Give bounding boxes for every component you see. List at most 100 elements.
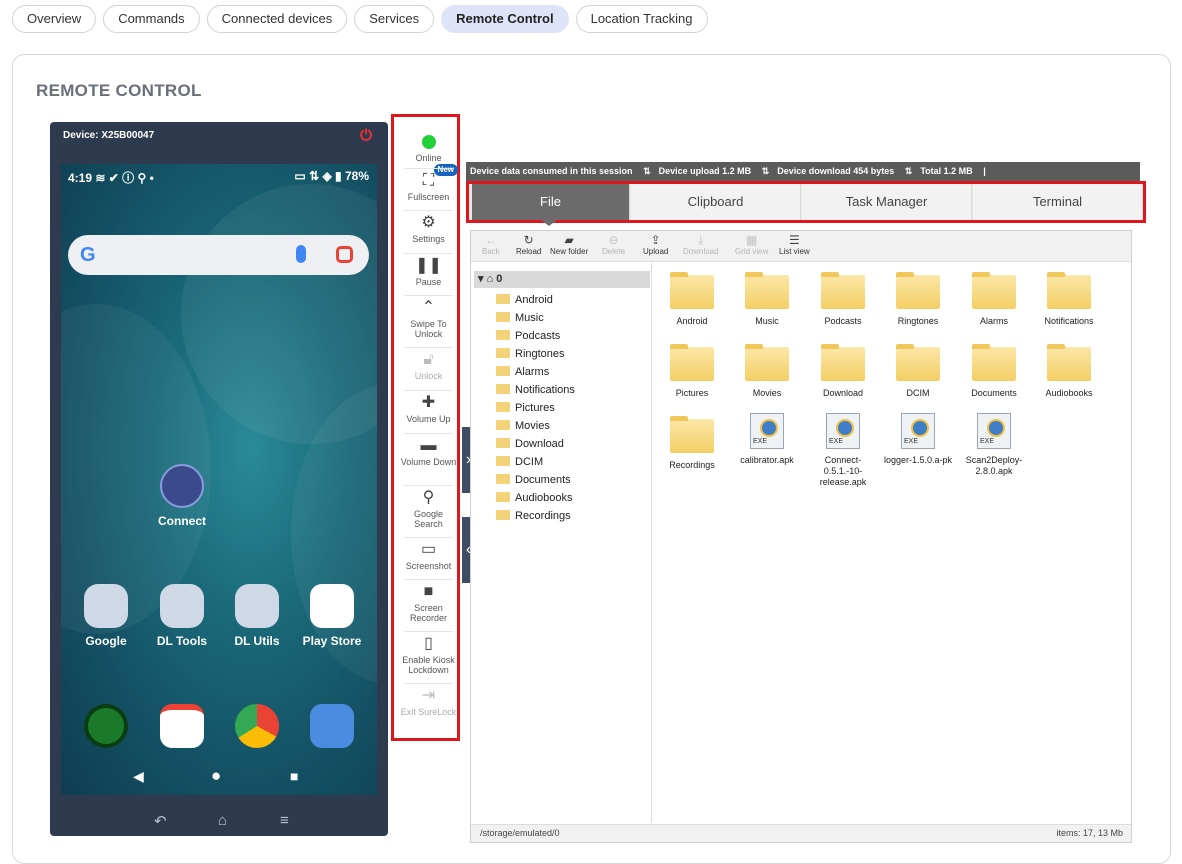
unlock-button[interactable]: 🔓︎ Unlock (399, 351, 458, 381)
settings-button[interactable]: ⚙ Settings (399, 214, 458, 244)
grid-folder[interactable]: Android (656, 272, 728, 327)
pause-button[interactable]: ❚❚ Pause (399, 257, 458, 287)
tree-item[interactable]: Pictures (496, 401, 555, 415)
online-dot-icon (421, 135, 436, 149)
download-button[interactable]: ⤓ Download (683, 234, 719, 257)
grid-folder[interactable]: Music (731, 272, 803, 327)
app-play-store[interactable]: Play Store (287, 584, 377, 648)
folder-icon (496, 348, 510, 358)
tree-item[interactable]: DCIM (496, 455, 543, 469)
file-status-bar: /storage/emulated/0 items: 17, 13 Mb (471, 824, 1131, 842)
grid-folder[interactable]: Audiobooks (1033, 344, 1105, 399)
connect-icon (160, 464, 204, 508)
google-search-bar[interactable]: G (68, 235, 369, 275)
tab-overview[interactable]: Overview (12, 5, 97, 33)
back-icon[interactable]: ↶ (154, 812, 167, 830)
data-upload: Device upload 1.2 MB (658, 166, 752, 176)
tree-item[interactable]: Download (496, 437, 564, 451)
exit-surelock-button[interactable]: ⇥ Exit SureLock (399, 687, 458, 717)
grid-view-button[interactable]: ▦ Grid view (735, 233, 768, 257)
fullscreen-button[interactable]: ⛶ Fullscreen (399, 172, 458, 202)
grid-file[interactable]: logger-1.5.0.a-pk (882, 413, 954, 466)
device-nav-bar: ◀ ● ■ (61, 764, 377, 788)
home-nav-icon[interactable]: ● (211, 766, 221, 786)
tab-connected-devices[interactable]: Connected devices (206, 5, 348, 33)
home-icon[interactable]: ⌂ (218, 812, 227, 829)
grid-folder[interactable]: Pictures (656, 344, 728, 399)
tab-clipboard[interactable]: Clipboard (631, 184, 801, 220)
back-nav-icon[interactable]: ◀ (133, 768, 144, 785)
volume-up-button[interactable]: ✚ Volume Up (399, 394, 458, 424)
chrome-icon (235, 704, 279, 748)
app-connect[interactable]: Connect (137, 464, 227, 528)
tab-file[interactable]: File (472, 184, 630, 220)
tab-remote-control[interactable]: Remote Control (441, 5, 569, 33)
recents-nav-icon[interactable]: ■ (290, 768, 298, 784)
data-download: Device download 454 bytes (777, 166, 895, 176)
grid-folder[interactable]: Alarms (958, 272, 1030, 327)
file-toolbar: ← Back ↻ Reload ▰ New folder ⊖ Delete ⇪ Uploa… (471, 231, 1131, 262)
tree-item[interactable]: Audiobooks (496, 491, 573, 505)
upload-button[interactable]: ⇪ Upload (643, 234, 668, 257)
folder-icon (896, 344, 940, 381)
mic-icon[interactable] (296, 245, 306, 263)
app-camera[interactable] (287, 704, 377, 754)
volume-down-button[interactable]: ▬ Volume Down (399, 437, 458, 467)
device-screen[interactable]: 4:19 ≋ ✔ ⓘ ⚲ • ▭ ⇅ ◈ ▮ 78% G Connect Goo… (61, 164, 377, 795)
reload-button[interactable]: ↻ Reload (516, 234, 541, 257)
tree-item[interactable]: Podcasts (496, 329, 560, 343)
grid-icon: ▦ (746, 233, 758, 247)
tree-item[interactable]: Movies (496, 419, 550, 433)
kiosk-lockdown-button[interactable]: ▯ Enable Kiosk Lockdown (399, 635, 458, 675)
dl-tools-folder-icon (160, 584, 204, 628)
grid-folder[interactable]: Download (807, 344, 879, 399)
list-view-button[interactable]: ☰ List view (779, 234, 810, 257)
google-search-button[interactable]: ⚲ Google Search (399, 489, 458, 529)
tree-item[interactable]: Notifications (496, 383, 575, 397)
top-tabs: Overview Commands Connected devices Serv… (12, 5, 708, 33)
grid-folder[interactable]: DCIM (882, 344, 954, 399)
download-arrow-icon: ⇅ (761, 166, 770, 176)
tree-item[interactable]: Android (496, 293, 553, 307)
grid-file[interactable]: Scan2Deploy-2.8.0.apk (958, 413, 1030, 477)
magnifier-icon: ⚲ (422, 489, 435, 506)
tab-services[interactable]: Services (354, 5, 435, 33)
back-button[interactable]: ← Back (482, 234, 500, 257)
tree-item[interactable]: Ringtones (496, 347, 565, 361)
grid-folder[interactable]: Ringtones (882, 272, 954, 327)
folder-icon (496, 438, 510, 448)
screen-recorder-button[interactable]: ■ Screen Recorder (399, 583, 458, 623)
exe-file-icon (901, 413, 935, 449)
tab-task-manager[interactable]: Task Manager (802, 184, 972, 220)
menu-icon[interactable]: ≡ (280, 812, 289, 829)
tab-commands[interactable]: Commands (103, 5, 200, 33)
grid-folder[interactable]: Movies (731, 344, 803, 399)
new-folder-button[interactable]: ▰ New folder (550, 234, 588, 257)
power-icon[interactable]: ⏻ (360, 127, 372, 144)
device-id-label: Device: X25B00047 (63, 130, 155, 141)
tree-item[interactable]: Recordings (496, 509, 571, 523)
remote-controls-toolbar: Online New ⛶ Fullscreen ⚙ Settings ❚❚ Pa… (391, 114, 460, 741)
folder-icon (1047, 344, 1091, 381)
grid-file[interactable]: calibrator.apk (731, 413, 803, 466)
swipe-unlock-button[interactable]: ⌃ Swipe To Unlock (399, 299, 458, 339)
items-count: items: 17, 13 Mb (1056, 828, 1123, 838)
tree-root[interactable]: ▾ ⌂ 0 (474, 271, 650, 288)
grid-folder[interactable]: Documents (958, 344, 1030, 399)
tree-item[interactable]: Documents (496, 473, 571, 487)
tree-item[interactable]: Alarms (496, 365, 549, 379)
grid-folder[interactable]: Podcasts (807, 272, 879, 327)
folder-icon (496, 474, 510, 484)
grid-folder[interactable]: Recordings (656, 416, 728, 471)
grid-file[interactable]: Connect-0.5.1.-10-release.apk (807, 413, 879, 488)
tree-item[interactable]: Music (496, 311, 544, 325)
screenshot-button[interactable]: ▭ Screenshot (399, 541, 458, 571)
tab-location-tracking[interactable]: Location Tracking (575, 5, 708, 33)
unlock-icon: 🔓︎ (423, 351, 434, 368)
grid-folder[interactable]: Notifications (1033, 272, 1105, 327)
delete-button[interactable]: ⊖ Delete (602, 234, 625, 257)
tab-terminal[interactable]: Terminal (973, 184, 1143, 220)
device-screen-panel: Device: X25B00047 ⏻ 4:19 ≋ ✔ ⓘ ⚲ • ▭ ⇅ ◈… (50, 122, 388, 836)
lens-icon[interactable] (336, 246, 353, 263)
dl-utils-folder-icon (235, 584, 279, 628)
